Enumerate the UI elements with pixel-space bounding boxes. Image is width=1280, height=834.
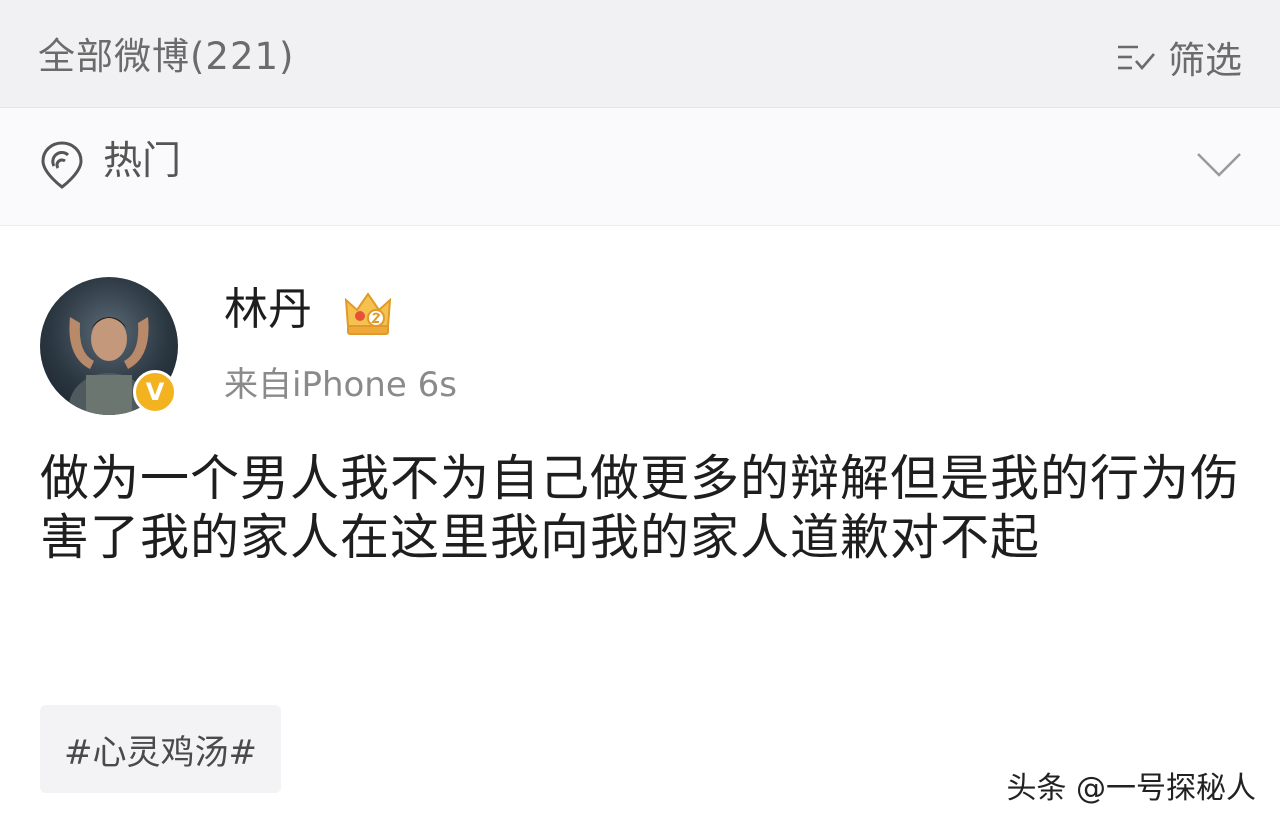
post-text: 做为一个男人我不为自己做更多的辩解但是我的行为伤害了我的家人在这里我向我的家人道… [40, 450, 1241, 566]
hot-section-toggle[interactable] [0, 108, 1280, 226]
verified-badge-icon: V [133, 370, 177, 414]
hot-label: 热门 [103, 139, 182, 184]
filter-check-icon [1116, 43, 1156, 77]
all-weibo-count-title[interactable]: 全部微博(221) [38, 38, 295, 75]
hot-pin-icon [40, 140, 84, 194]
watermark-text: 头条 @一号探秘人 [1006, 771, 1256, 806]
user-name[interactable]: 林丹 [224, 288, 312, 332]
member-crown-icon[interactable] [342, 288, 394, 342]
chevron-down-icon[interactable] [1196, 152, 1242, 182]
filter-button[interactable]: 筛选 [1116, 38, 1242, 82]
filter-label: 筛选 [1168, 38, 1242, 82]
topic-tag[interactable]: #心灵鸡汤# [40, 705, 281, 793]
post-source: 来自iPhone 6s [224, 365, 457, 405]
top-bar: 全部微博(221) 筛选 [0, 0, 1280, 108]
